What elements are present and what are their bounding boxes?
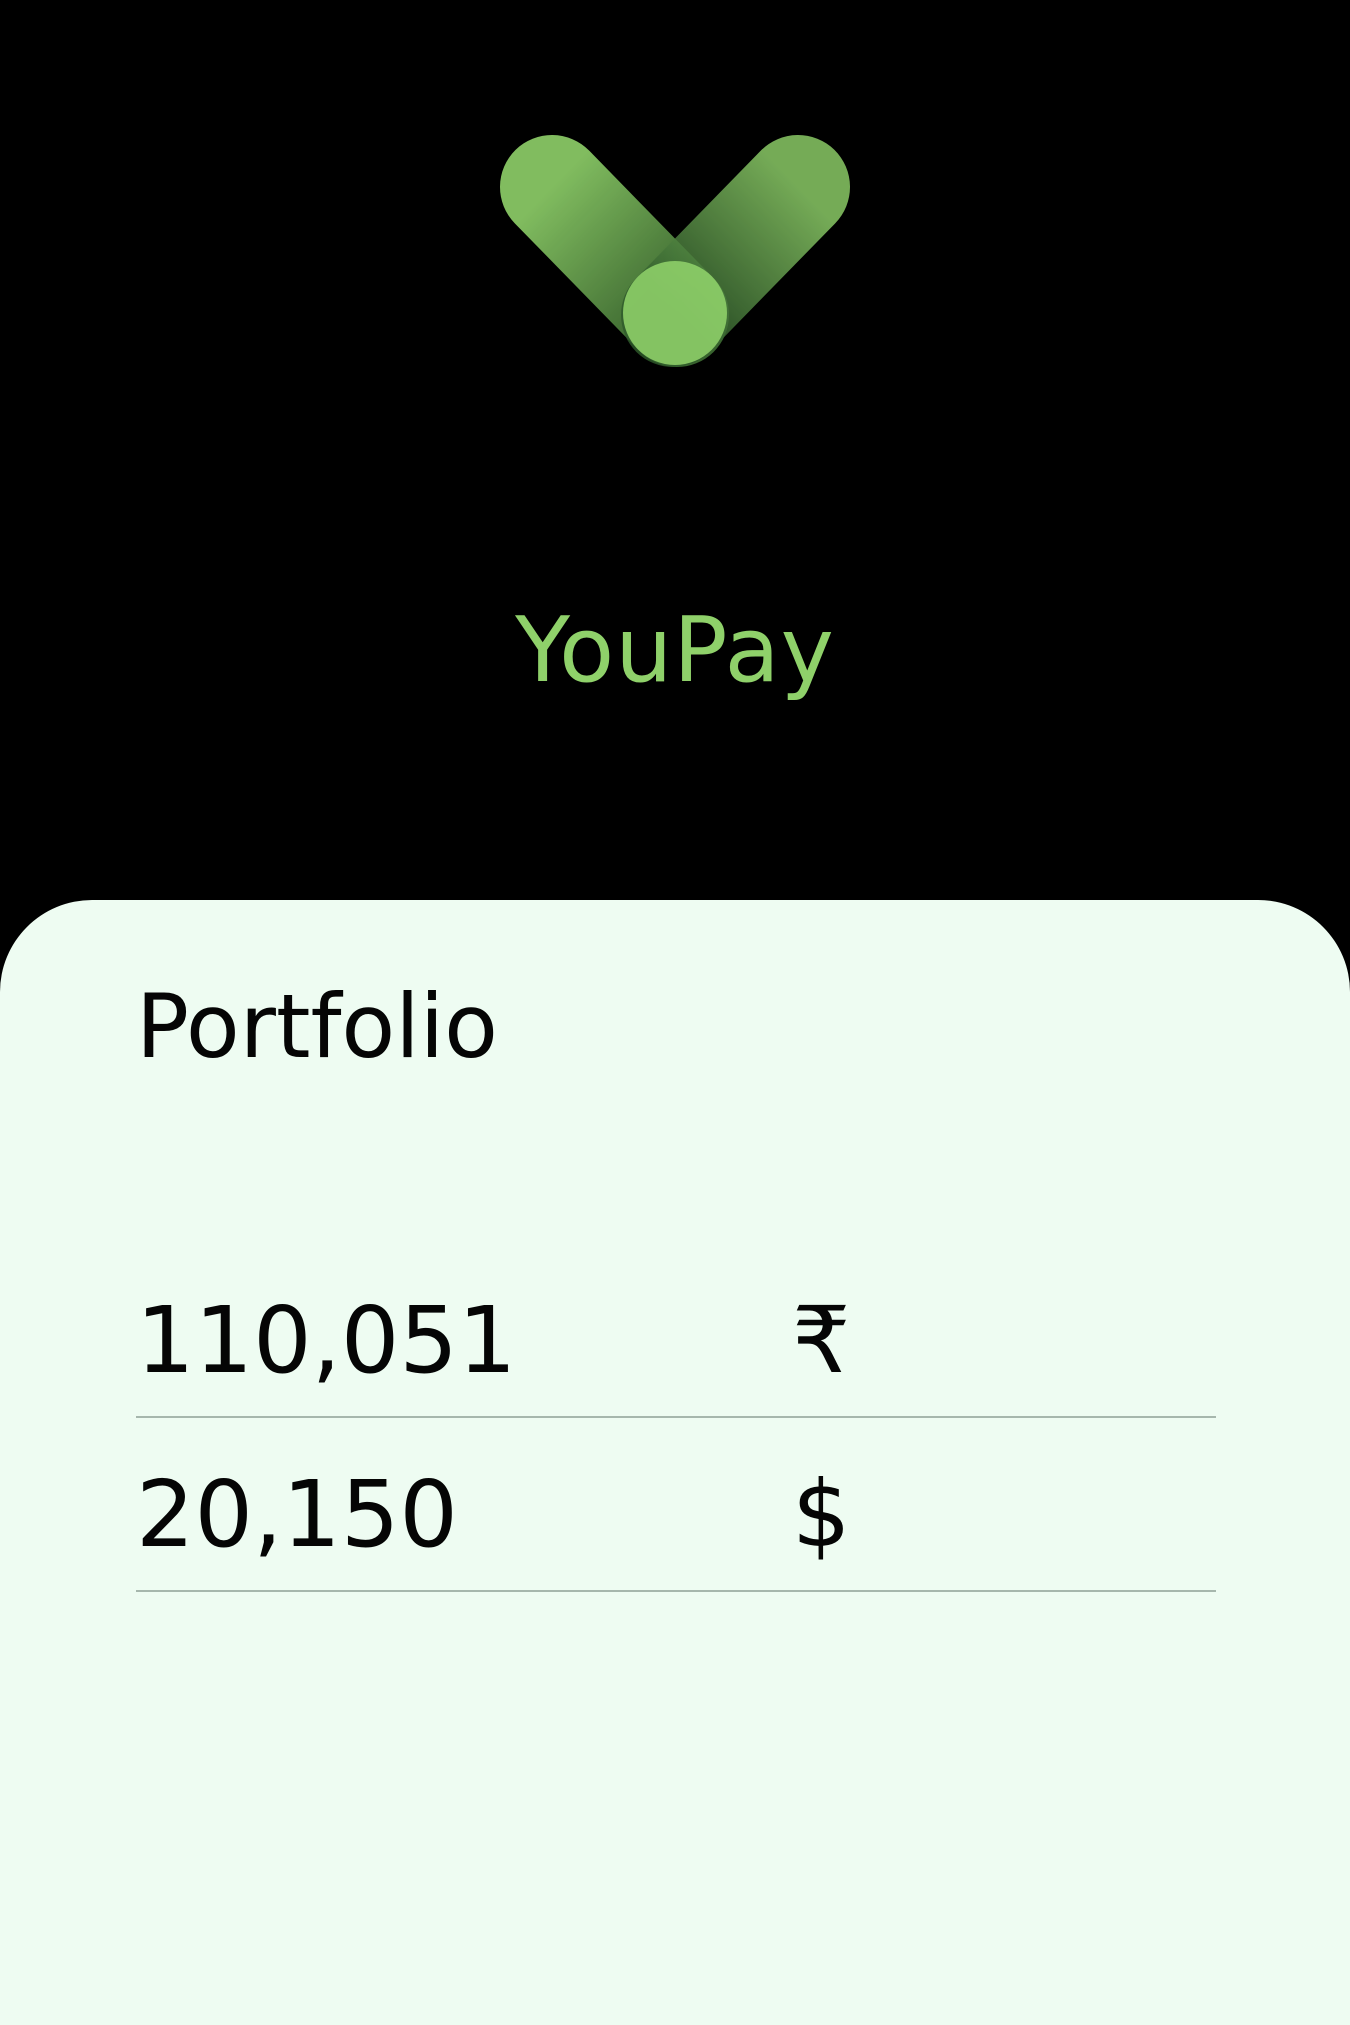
portfolio-title: Portfolio xyxy=(136,975,499,1078)
currency-symbol: $ xyxy=(792,1461,851,1568)
currency-symbol: ₹ xyxy=(792,1287,851,1394)
portfolio-row: 20,150 $ xyxy=(136,1418,1216,1592)
balance-amount: 110,051 xyxy=(136,1287,517,1394)
portfolio-row: 110,051 ₹ xyxy=(136,1282,1216,1418)
youpay-logo-icon xyxy=(500,135,850,505)
portfolio-card: Portfolio 110,051 ₹ 20,150 $ xyxy=(0,900,1350,2025)
balance-amount: 20,150 xyxy=(136,1461,458,1568)
app-name: YouPay xyxy=(515,598,835,703)
